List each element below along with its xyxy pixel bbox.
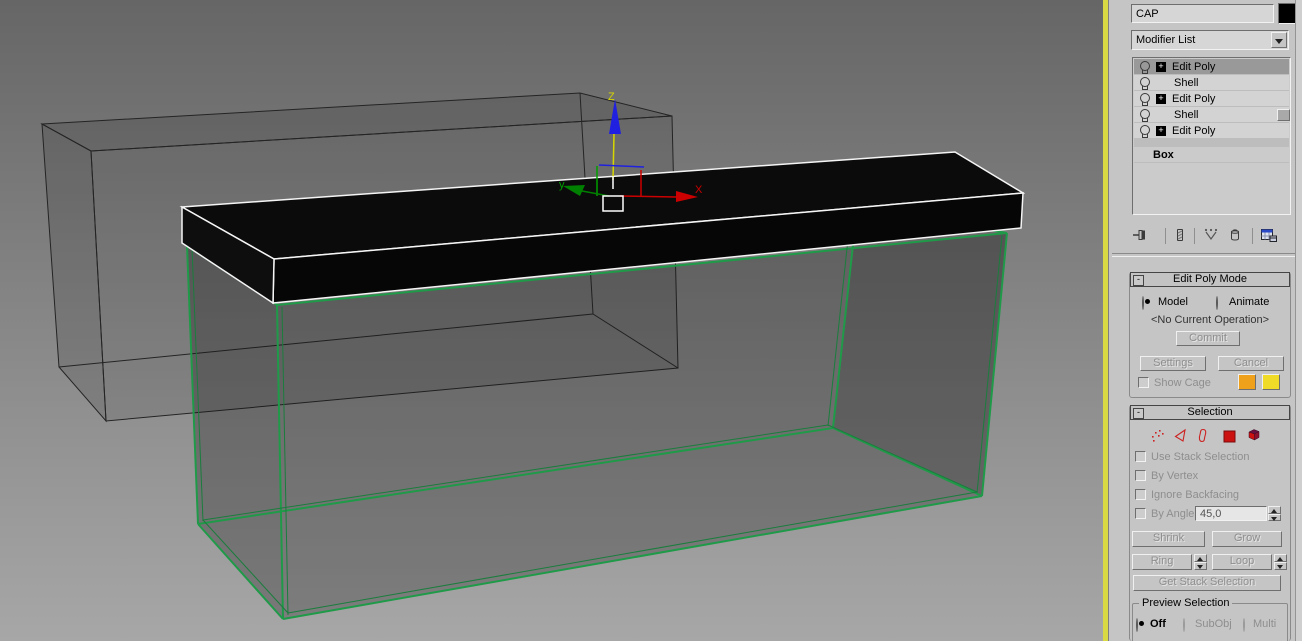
gizmo-z-axis-line[interactable]: [612, 133, 615, 181]
use-stack-selection-label: Use Stack Selection: [1151, 451, 1250, 463]
preview-multi-label: Multi: [1253, 618, 1277, 630]
shell-box-left-face: [187, 246, 283, 619]
model-radio[interactable]: [1142, 296, 1144, 310]
show-cage-checkbox[interactable]: [1138, 377, 1149, 388]
modifier-stack-list: Edit Poly Shell Edit Poly Shell Edit Pol…: [1132, 57, 1291, 215]
by-angle-checkbox[interactable]: [1135, 508, 1146, 519]
preview-off-label: Off: [1150, 618, 1166, 630]
bulb-icon[interactable]: [1140, 77, 1150, 90]
rollout-title: Selection: [1187, 406, 1233, 418]
preview-subobj-radio[interactable]: [1183, 618, 1185, 632]
model-radio-label: Model: [1158, 296, 1188, 308]
edit-poly-mode-rollout: Edit Poly Mode Model Animate <No Current…: [1129, 272, 1291, 398]
stack-row-label: Box: [1153, 149, 1174, 161]
current-operation-label: <No Current Operation>: [1150, 314, 1269, 326]
modifier-list-label: Modifier List: [1136, 34, 1196, 46]
selection-rollout: Selection Use Stack Selection By Verte: [1129, 405, 1291, 641]
polygon-mode-icon[interactable]: [1222, 428, 1237, 446]
edge-mode-icon[interactable]: [1173, 428, 1188, 446]
gizmo-x-label: X: [695, 184, 703, 196]
ignore-backfacing-label: Ignore Backfacing: [1151, 489, 1240, 501]
by-vertex-checkbox[interactable]: [1135, 470, 1146, 481]
application-window: Z Xy Modifier List Edit Poly Shell: [0, 0, 1302, 641]
bulb-icon[interactable]: [1140, 61, 1150, 74]
stack-row-label: Edit Poly: [1172, 125, 1216, 137]
stack-row-shell[interactable]: Shell: [1134, 75, 1289, 91]
stack-row-shell[interactable]: Shell: [1134, 107, 1290, 123]
shrink-button[interactable]: Shrink: [1132, 531, 1205, 547]
animate-radio-label: Animate: [1229, 296, 1270, 308]
stack-toolbar: [1132, 226, 1292, 244]
gizmo-x-axis-line[interactable]: [619, 195, 677, 198]
use-stack-selection-checkbox[interactable]: [1135, 451, 1146, 462]
stack-row-label: Shell: [1174, 109, 1199, 121]
toolbar-separator: [1194, 228, 1195, 244]
vertex-mode-icon[interactable]: [1150, 428, 1165, 446]
ring-button[interactable]: Ring: [1132, 554, 1192, 570]
by-angle-label: By Angle:: [1151, 508, 1198, 520]
stack-row-label: Edit Poly: [1172, 61, 1216, 73]
border-mode-icon[interactable]: [1195, 428, 1210, 446]
settings-button[interactable]: Settings: [1140, 356, 1206, 371]
rollout-header-selection[interactable]: Selection: [1130, 405, 1290, 420]
gizmo-y-label: y: [559, 179, 565, 191]
toolbar-separator: [1165, 228, 1166, 244]
stack-divider: [1134, 139, 1289, 147]
show-end-result-icon[interactable]: [1172, 227, 1188, 246]
preview-subobj-label: SubObj: [1195, 618, 1232, 630]
stack-row-edit-poly[interactable]: Edit Poly: [1134, 59, 1289, 75]
modifier-list-dropdown[interactable]: Modifier List: [1131, 30, 1289, 50]
toolbar-separator: [1252, 228, 1253, 244]
make-unique-icon[interactable]: [1202, 227, 1220, 246]
show-cage-label: Show Cage: [1154, 377, 1211, 389]
expand-plus-icon[interactable]: [1156, 62, 1166, 72]
bulb-icon[interactable]: [1140, 109, 1150, 122]
panel-scrollbar[interactable]: [1295, 0, 1302, 641]
rollout-title: Edit Poly Mode: [1173, 273, 1247, 285]
collapse-icon[interactable]: [1133, 408, 1144, 419]
gizmo-z-label: Z: [608, 91, 615, 103]
ignore-backfacing-checkbox[interactable]: [1135, 489, 1146, 500]
configure-modifier-sets-icon[interactable]: [1260, 227, 1278, 246]
panel-separator: [1112, 253, 1298, 257]
commit-button[interactable]: Commit: [1176, 331, 1240, 346]
by-angle-field[interactable]: [1195, 506, 1267, 521]
grow-button[interactable]: Grow: [1212, 531, 1282, 547]
preview-off-radio[interactable]: [1136, 618, 1138, 632]
preview-selection-group: Preview Selection Off SubObj Multi: [1132, 597, 1288, 641]
object-name-field[interactable]: [1131, 4, 1274, 23]
stack-row-edit-poly[interactable]: Edit Poly: [1134, 91, 1289, 107]
by-vertex-label: By Vertex: [1151, 470, 1199, 482]
chevron-down-icon[interactable]: [1271, 32, 1287, 48]
element-mode-icon[interactable]: [1245, 427, 1261, 446]
stack-row-box[interactable]: Box: [1134, 147, 1289, 163]
pin-stack-icon[interactable]: [1132, 227, 1148, 246]
stack-row-edit-poly[interactable]: Edit Poly: [1134, 123, 1289, 139]
preview-selection-title: Preview Selection: [1139, 597, 1233, 609]
ring-spinner[interactable]: [1194, 554, 1207, 570]
rollout-header-edit-poly-mode[interactable]: Edit Poly Mode: [1130, 272, 1290, 287]
expand-plus-icon[interactable]: [1156, 126, 1166, 136]
get-stack-selection-button[interactable]: Get Stack Selection: [1133, 575, 1281, 591]
preview-multi-radio[interactable]: [1243, 618, 1245, 632]
command-panel: Modifier List Edit Poly Shell Edit Poly …: [1108, 0, 1302, 641]
remove-modifier-icon[interactable]: [1227, 227, 1243, 246]
expand-plus-icon[interactable]: [1156, 94, 1166, 104]
modifier-swatch[interactable]: [1277, 109, 1290, 121]
bulb-icon[interactable]: [1140, 93, 1150, 106]
by-angle-spinner[interactable]: [1268, 506, 1281, 521]
stack-row-label: Edit Poly: [1172, 93, 1216, 105]
scene-svg: Z Xy: [40, 91, 1026, 620]
perspective-viewport[interactable]: Z Xy: [0, 0, 1103, 641]
bulb-icon[interactable]: [1140, 125, 1150, 138]
cage-color-swatch-1[interactable]: [1238, 374, 1256, 390]
loop-spinner[interactable]: [1274, 554, 1287, 570]
collapse-icon[interactable]: [1133, 275, 1144, 286]
cage-color-swatch-2[interactable]: [1262, 374, 1280, 390]
cancel-button[interactable]: Cancel: [1218, 356, 1284, 371]
stack-row-label: Shell: [1174, 77, 1199, 89]
animate-radio[interactable]: [1216, 296, 1218, 310]
loop-button[interactable]: Loop: [1212, 554, 1272, 570]
